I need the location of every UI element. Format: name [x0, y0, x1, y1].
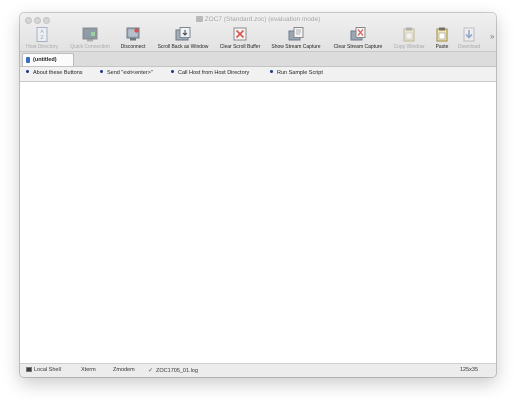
- disconnect-icon: [126, 27, 140, 41]
- toolbar-overflow-chevron[interactable]: »: [490, 32, 494, 41]
- toolbar-scroll-back[interactable]: Scroll Back as Window: [153, 27, 213, 50]
- status-log[interactable]: ✓ ZOC1705_01.log: [148, 367, 198, 374]
- toolbar-clear-stream-capture-label: Clear Stream Capture: [333, 44, 383, 50]
- window-title: ZOC7 (Standard.zoc) (evaluation mode): [204, 16, 321, 23]
- download-icon: [463, 27, 475, 42]
- toolbar-scroll-back-label: Scroll Back as Window: [157, 44, 209, 50]
- user-button-call-host[interactable]: Call Host from Host Directory: [171, 70, 249, 76]
- quick-connection-icon: [82, 27, 98, 42]
- checkmark-icon: ✓: [148, 368, 154, 374]
- status-emulation[interactable]: Xterm: [81, 367, 96, 373]
- tab-untitled[interactable]: (untitled): [22, 53, 74, 66]
- toolbar-disconnect[interactable]: Disconnect: [117, 27, 149, 50]
- user-button-label: Call Host from Host Directory: [178, 70, 250, 76]
- toolbar-show-stream-capture-label: Show Stream Capture: [271, 44, 321, 50]
- user-button-label: About these Buttons: [33, 70, 83, 76]
- svg-text:Z: Z: [40, 35, 43, 41]
- status-size: 125x35: [460, 367, 479, 373]
- title-bar: ZOC7 (Standard.zoc) (evaluation mode) A …: [20, 13, 496, 52]
- toolbar-host-directory[interactable]: A Z Host Directory: [22, 27, 62, 50]
- user-button-about[interactable]: About these Buttons: [26, 70, 83, 76]
- clear-capture-icon: [350, 27, 366, 41]
- status-connection-label: Local Shell: [34, 367, 61, 373]
- status-log-label: ZOC1705_01.log: [156, 368, 198, 374]
- bullet-icon: [26, 70, 29, 73]
- clear-buffer-icon: [233, 27, 247, 41]
- terminal-area[interactable]: [20, 82, 496, 364]
- tab-label: (untitled): [33, 57, 57, 63]
- tab-bar: (untitled): [20, 52, 496, 67]
- toolbar-disconnect-label: Disconnect: [120, 44, 146, 50]
- toolbar-show-stream-capture[interactable]: Show Stream Capture: [268, 27, 324, 50]
- user-button-send-exit[interactable]: Send "exit<enter>": [100, 70, 153, 76]
- toolbar-copy-window[interactable]: Copy Window: [391, 27, 427, 50]
- window-title-container: ZOC7 (Standard.zoc) (evaluation mode): [20, 16, 496, 23]
- bullet-icon: [270, 70, 273, 73]
- status-transfer[interactable]: Zmodem: [113, 367, 135, 373]
- terminal-icon: [26, 367, 32, 372]
- user-button-label: Run Sample Script: [277, 70, 323, 76]
- toolbar-clear-scroll-buffer[interactable]: Clear Scroll Buffer: [217, 27, 263, 50]
- scroll-back-icon: [175, 27, 191, 41]
- user-button-run-script[interactable]: Run Sample Script: [270, 70, 323, 76]
- toolbar-download-label: Download: [457, 44, 481, 50]
- toolbar-paste[interactable]: Paste: [430, 27, 454, 50]
- show-capture-icon: [288, 27, 304, 41]
- paste-icon: [436, 27, 448, 42]
- toolbar-host-directory-label: Host Directory: [26, 44, 58, 50]
- toolbar-copy-window-label: Copy Window: [393, 44, 425, 50]
- document-icon: [195, 16, 203, 22]
- host-directory-icon: A Z: [36, 27, 48, 42]
- toolbar-clear-scroll-buffer-label: Clear Scroll Buffer: [219, 44, 261, 50]
- status-bar: Local Shell Xterm Zmodem ✓ ZOC1705_01.log…: [20, 364, 496, 377]
- toolbar-quick-connection[interactable]: Quick Connection: [66, 27, 114, 50]
- session-icon: [26, 57, 30, 63]
- toolbar-clear-stream-capture[interactable]: Clear Stream Capture: [330, 27, 386, 50]
- status-connection[interactable]: Local Shell: [26, 367, 61, 373]
- app-window: ZOC7 (Standard.zoc) (evaluation mode) A …: [20, 13, 496, 377]
- copy-window-icon: [403, 27, 415, 42]
- bullet-icon: [171, 70, 174, 73]
- toolbar-download[interactable]: Download: [454, 27, 484, 50]
- bullet-icon: [100, 70, 103, 73]
- user-button-label: Send "exit<enter>": [107, 70, 153, 76]
- toolbar-paste-label: Paste: [435, 44, 449, 50]
- user-button-bar: About these Buttons Send "exit<enter>" C…: [20, 67, 496, 82]
- toolbar-quick-connection-label: Quick Connection: [70, 44, 110, 50]
